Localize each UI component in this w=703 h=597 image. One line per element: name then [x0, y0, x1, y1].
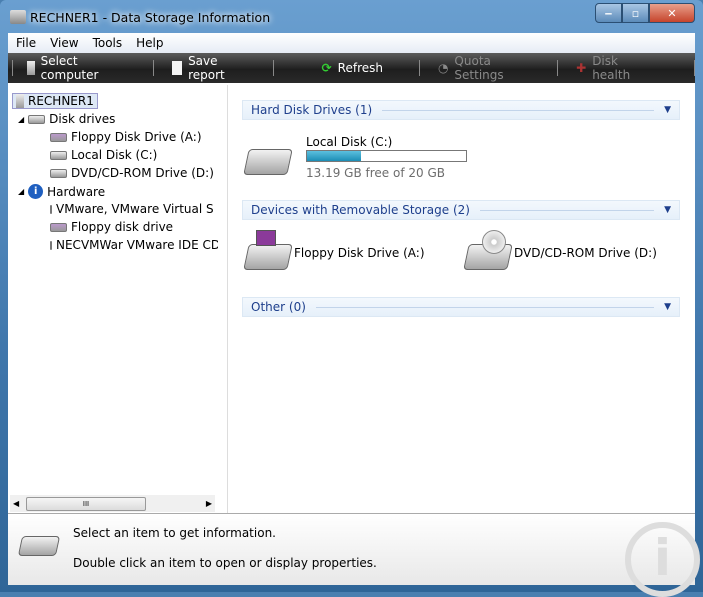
maximize-button[interactable]: ▫ [622, 3, 649, 23]
tree-item-label: Floppy Disk Drive (A:) [71, 130, 202, 144]
tree-item[interactable]: Floppy disk drive [50, 220, 173, 234]
chevron-down-icon[interactable]: ▼ [664, 302, 671, 312]
floppy-drive-icon [50, 222, 67, 232]
expand-arrow-icon[interactable]: ◢ [18, 187, 24, 196]
content-pane: Hard Disk Drives (1) ▼ Local Disk (C:) 13… [230, 85, 695, 513]
local-disk-item[interactable]: Local Disk (C:) 13.19 GB free of 20 GB [242, 133, 472, 180]
hard-disk-icon [50, 150, 67, 160]
menu-file[interactable]: File [16, 36, 36, 50]
disk-drives-icon [28, 114, 46, 124]
chevron-down-icon[interactable]: ▼ [664, 205, 671, 215]
group-other[interactable]: Other (0) ▼ [242, 297, 680, 317]
minimize-button[interactable]: ‒ [595, 3, 622, 23]
tree-item[interactable]: Floppy Disk Drive (A:) [50, 130, 202, 144]
disk-health-label: Disk health [592, 54, 631, 82]
disk-usage-fill [307, 151, 362, 161]
scroll-grip: III [82, 499, 90, 508]
info-watermark-icon: i [625, 522, 700, 597]
close-button[interactable]: ✕ [649, 3, 695, 23]
hardware-label: Hardware [47, 184, 106, 199]
tree-item[interactable]: DVD/CD-ROM Drive (D:) [50, 166, 214, 180]
disk-health-button[interactable]: ✚ Disk health [558, 53, 674, 83]
refresh-label: Refresh [337, 61, 383, 75]
status-line-2: Double click an item to open or display … [73, 556, 377, 570]
chevron-down-icon[interactable]: ▼ [664, 105, 671, 115]
drive-cursor-icon [17, 536, 61, 556]
cd-icon [482, 230, 506, 254]
scroll-right-icon[interactable]: ▶ [206, 499, 212, 508]
save-report-button[interactable]: Save report [154, 53, 273, 83]
tree-root[interactable]: RECHNER1 [12, 93, 98, 109]
floppy-drive-icon [243, 244, 293, 270]
computer-icon [16, 94, 24, 108]
scroll-thumb[interactable]: III [26, 496, 146, 511]
floppy-disk-icon [256, 230, 276, 246]
quota-settings-button[interactable]: ◔ Quota Settings [420, 53, 557, 83]
app-icon [10, 10, 26, 24]
local-disk-name: Local Disk (C:) [306, 135, 393, 149]
menu-bar: File View Tools Help [8, 33, 695, 53]
quota-settings-label: Quota Settings [454, 54, 504, 82]
group-label: Hard Disk Drives (1) [251, 103, 373, 117]
status-panel: Select an item to get information. Doubl… [8, 513, 700, 597]
floppy-drive-icon [50, 132, 67, 142]
document-icon [171, 61, 183, 75]
hard-disk-icon [243, 149, 293, 175]
tree-disk-drives[interactable]: ◢ Disk drives [18, 112, 115, 126]
health-cross-icon: ✚ [576, 61, 587, 75]
refresh-icon: ⟳ [321, 61, 332, 75]
tree-item[interactable]: Local Disk (C:) [50, 148, 157, 162]
select-computer-label: Select computer [40, 54, 99, 82]
floppy-drive-item[interactable]: Floppy Disk Drive (A:) [242, 230, 442, 275]
dvd-drive-label: DVD/CD-ROM Drive (D:) [514, 246, 657, 260]
tree-item[interactable]: VMware, VMware Virtual S S [50, 202, 218, 216]
tree-item-label: Floppy disk drive [71, 220, 174, 234]
tree-pane: RECHNER1 ◢ Disk drives Floppy Disk Drive … [8, 85, 228, 513]
tree-item[interactable]: NECVMWar VMware IDE CD [50, 238, 218, 252]
window-title: RECHNER1 - Data Storage Information [30, 10, 271, 25]
local-disk-free: 13.19 GB free of 20 GB [306, 166, 445, 180]
status-line-1: Select an item to get information. [73, 526, 276, 540]
horizontal-scrollbar[interactable]: ◀ III ▶ [10, 495, 215, 512]
tree-hardware[interactable]: ◢ i Hardware [18, 184, 105, 199]
tree-root-label: RECHNER1 [28, 94, 94, 108]
group-removable-storage[interactable]: Devices with Removable Storage (2) ▼ [242, 200, 680, 220]
scroll-left-icon[interactable]: ◀ [13, 499, 19, 508]
menu-tools[interactable]: Tools [93, 36, 123, 50]
disk-usage-bar [306, 150, 467, 162]
menu-help[interactable]: Help [136, 36, 163, 50]
cd-drive-icon [50, 240, 52, 250]
pie-chart-icon: ◔ [437, 61, 449, 75]
save-report-label: Save report [188, 54, 225, 82]
group-label: Devices with Removable Storage (2) [251, 203, 470, 217]
disk-drives-label: Disk drives [49, 112, 116, 126]
cd-drive-icon [50, 168, 67, 178]
hard-disk-icon [50, 204, 52, 214]
refresh-button[interactable]: ⟳ Refresh [274, 53, 419, 83]
computer-icon [26, 61, 35, 75]
info-icon: i [28, 184, 44, 199]
toolbar: Select computer Save report ⟳ Refresh ◔ Qu… [8, 53, 695, 83]
select-computer-button[interactable]: Select computer [13, 53, 153, 83]
group-label: Other (0) [251, 300, 306, 314]
tree-item-label: NECVMWar VMware IDE CD [56, 238, 218, 252]
group-hard-disk-drives[interactable]: Hard Disk Drives (1) ▼ [242, 100, 680, 120]
expand-arrow-icon[interactable]: ◢ [18, 115, 24, 124]
tree-item-label: DVD/CD-ROM Drive (D:) [71, 166, 214, 180]
floppy-drive-label: Floppy Disk Drive (A:) [294, 246, 425, 260]
tree-item-label: VMware, VMware Virtual S S [56, 202, 218, 216]
window: RECHNER1 - Data Storage Information ‒ ▫ … [0, 0, 703, 597]
tree-item-label: Local Disk (C:) [71, 148, 158, 162]
dvd-drive-item[interactable]: DVD/CD-ROM Drive (D:) [462, 230, 672, 275]
menu-view[interactable]: View [50, 36, 78, 50]
